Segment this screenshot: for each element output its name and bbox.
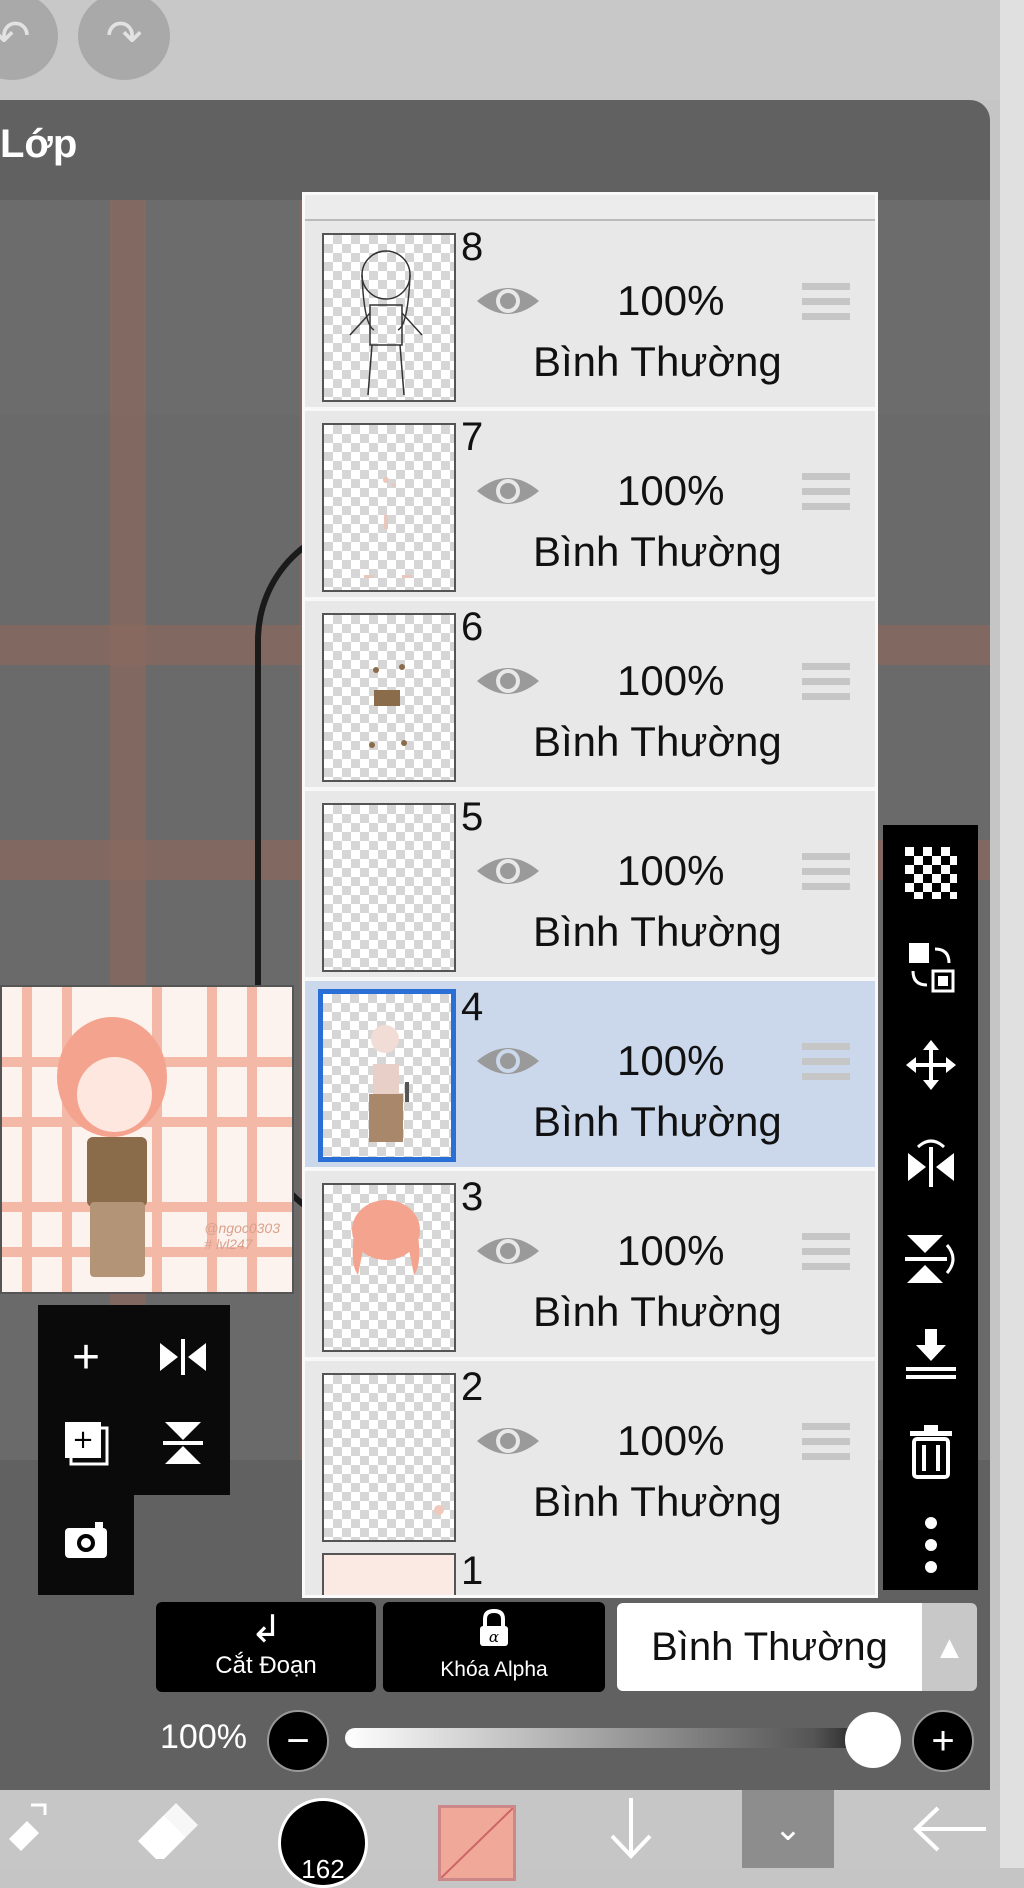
add-layer-copy-icon[interactable]: +: [46, 1403, 126, 1483]
layer-row-6[interactable]: 6 100% Bình Thường: [305, 601, 875, 791]
layer-opacity: 100%: [617, 467, 725, 514]
layer-panel-header: Lớp: [0, 100, 990, 200]
layer-thumbnail: [322, 423, 456, 592]
layer-opacity: 100%: [617, 657, 725, 704]
more-icon[interactable]: [891, 1505, 971, 1585]
drag-handle-icon[interactable]: [802, 1233, 850, 1271]
drag-handle-icon[interactable]: [802, 663, 850, 701]
layer-thumbnail: [322, 1183, 456, 1352]
trash-icon[interactable]: [891, 1411, 971, 1491]
layer-blend-mode: Bình Thường: [533, 1288, 782, 1335]
layer-opacity: 100%: [617, 1227, 725, 1274]
layer-tools: [883, 825, 978, 1590]
opacity-control: 100% − +: [150, 1706, 980, 1772]
opacity-decrease-button[interactable]: −: [267, 1710, 329, 1772]
blend-mode-select[interactable]: Bình Thường: [617, 1603, 922, 1691]
layer-row-3[interactable]: 3 100% Bình Thường: [305, 1171, 875, 1361]
swap-layer-icon[interactable]: [891, 927, 971, 1007]
layer-thumbnail: [318, 989, 456, 1162]
brush-size-value: 162: [301, 1854, 345, 1884]
layer-blend-mode: Bình Thường: [533, 338, 782, 385]
camera-icon[interactable]: [46, 1500, 126, 1580]
visibility-eye-icon[interactable]: [475, 281, 541, 321]
drag-handle-icon[interactable]: [802, 283, 850, 321]
layer-blend-mode: Bình Thường: [533, 908, 782, 955]
layer-opacity: 100%: [617, 847, 725, 894]
layer-blend-mode: Bình Thường: [533, 1098, 782, 1145]
transparency-icon[interactable]: [891, 833, 971, 913]
color-swatch[interactable]: [438, 1805, 516, 1881]
visibility-eye-icon[interactable]: [475, 1041, 541, 1081]
quick-tools: + +: [38, 1305, 230, 1595]
layer-opacity: 100%: [617, 1417, 725, 1464]
opacity-label: 100%: [160, 1718, 247, 1756]
layer-row-5[interactable]: 5 100% Bình Thường: [305, 791, 875, 981]
drag-handle-icon[interactable]: [802, 853, 850, 891]
layer-row-partial-top: [305, 195, 875, 221]
layer-thumbnail: [322, 1553, 456, 1595]
drag-handle-icon[interactable]: [802, 1423, 850, 1461]
clipping-icon: ↲: [250, 1609, 282, 1651]
move-icon[interactable]: [891, 1025, 971, 1105]
drag-handle-icon[interactable]: [802, 1043, 850, 1081]
redo-icon[interactable]: ↷: [78, 0, 170, 80]
flip-horizontal-icon[interactable]: [143, 1317, 223, 1397]
layer-thumbnail: [322, 233, 456, 402]
top-bar: ↶ ↷: [0, 0, 1000, 100]
undo-icon[interactable]: ↶: [0, 0, 58, 80]
artist-signature: @ngoc0303 # lvl247: [204, 1220, 280, 1252]
eraser-icon[interactable]: [120, 1790, 210, 1868]
visibility-eye-icon[interactable]: [475, 661, 541, 701]
drag-handle-icon[interactable]: [802, 473, 850, 511]
opacity-increase-button[interactable]: +: [912, 1710, 974, 1772]
visibility-eye-icon[interactable]: [475, 1231, 541, 1271]
tool-switch-icon[interactable]: [0, 1790, 60, 1868]
panel-title: Lớp: [0, 122, 78, 166]
brush-size-indicator[interactable]: 162: [278, 1798, 368, 1888]
layer-thumbnail: [322, 803, 456, 972]
lock-icon: α: [383, 1608, 605, 1658]
chevron-down-icon[interactable]: ⌄: [742, 1790, 834, 1868]
chibi-face: [77, 1057, 152, 1132]
chibi-legs: [90, 1202, 145, 1277]
opacity-slider-knob[interactable]: [845, 1712, 901, 1768]
layer-row-8[interactable]: 8 100% Bình Thường: [305, 221, 875, 411]
opacity-slider[interactable]: [345, 1728, 865, 1748]
canvas-preview[interactable]: @ngoc0303 # lvl247: [0, 985, 294, 1294]
right-edge: [1000, 0, 1024, 1868]
layer-opacity: 100%: [617, 1037, 725, 1084]
layer-row-1-partial[interactable]: 1: [305, 1547, 875, 1595]
merge-down-icon[interactable]: [891, 1315, 971, 1395]
svg-text:α: α: [489, 1628, 499, 1646]
blend-mode-arrow-icon[interactable]: ▲: [922, 1603, 977, 1691]
alpha-lock-button[interactable]: α Khóa Alpha: [383, 1602, 605, 1692]
layer-opacity: 100%: [617, 277, 725, 324]
layer-blend-mode: Bình Thường: [533, 718, 782, 765]
layer-row-4-selected[interactable]: 4 100% Bình Thường: [305, 981, 875, 1171]
visibility-eye-icon[interactable]: [475, 471, 541, 511]
arrow-down-icon[interactable]: [596, 1790, 666, 1868]
add-layer-icon[interactable]: +: [46, 1317, 126, 1397]
layer-thumbnail: [322, 613, 456, 782]
back-icon[interactable]: [900, 1790, 1000, 1868]
layer-row-7[interactable]: 7 100% Bình Thường: [305, 411, 875, 601]
layer-blend-mode: Bình Thường: [533, 1478, 782, 1525]
flip-vertical-icon[interactable]: [891, 1219, 971, 1299]
clipping-button[interactable]: ↲ Cắt Đoạn: [156, 1602, 376, 1692]
chibi-body: [87, 1137, 147, 1207]
svg-text:+: +: [72, 1425, 94, 1455]
layer-blend-mode: Bình Thường: [533, 528, 782, 575]
layer-row-2[interactable]: 2 100% Bình Thường: [305, 1361, 875, 1551]
layer-list[interactable]: 8 100% Bình Thường 7 100% Bình Thường 6 …: [302, 192, 878, 1598]
visibility-eye-icon[interactable]: [475, 851, 541, 891]
layer-thumbnail: [322, 1373, 456, 1542]
flip-vertical-icon[interactable]: [143, 1403, 223, 1483]
flip-horizontal-icon[interactable]: [891, 1123, 971, 1203]
visibility-eye-icon[interactable]: [475, 1421, 541, 1461]
